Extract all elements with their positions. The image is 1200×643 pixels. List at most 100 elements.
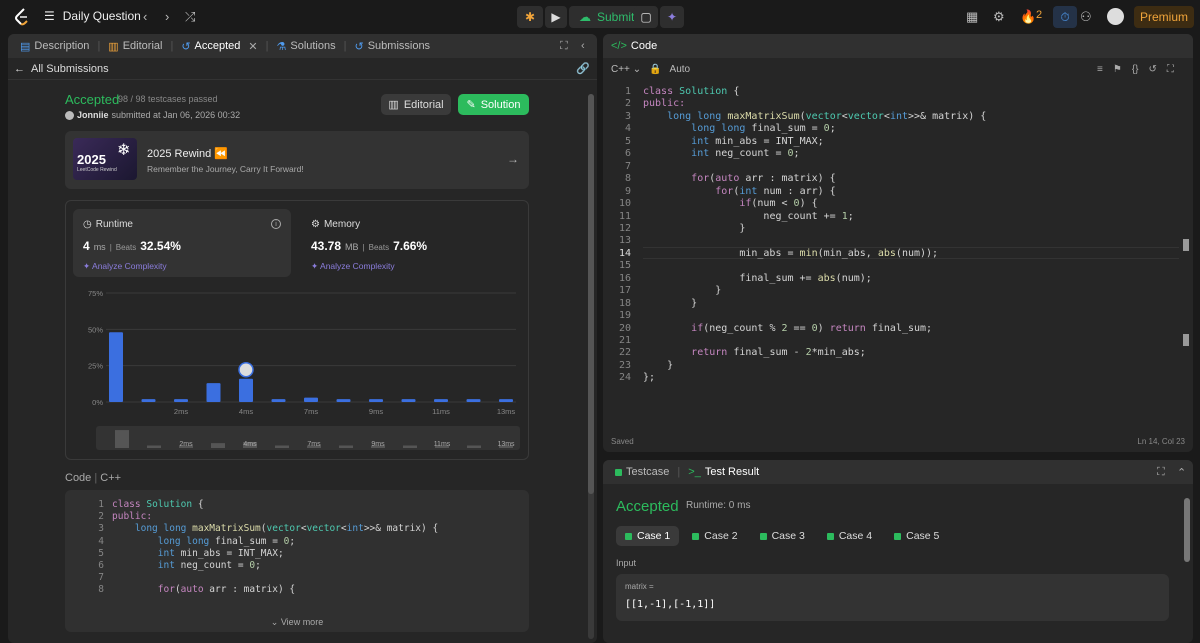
- tab-divider: |: [97, 40, 101, 52]
- view-more-button[interactable]: ⌄ View more: [65, 617, 529, 628]
- all-submissions-link[interactable]: All Submissions: [31, 63, 109, 75]
- tab-test-result[interactable]: >_ Test Result: [684, 466, 763, 478]
- runtime-bar[interactable]: [369, 399, 383, 402]
- runtime-value: 4 ms | Beats 32.54%: [83, 239, 181, 253]
- maximize-icon[interactable]: ⛶: [560, 40, 568, 53]
- language-select[interactable]: C++ ⌄: [611, 64, 641, 75]
- memory-box[interactable]: ⚙ Memory 43.78 MB | Beats 7.66% ✦ Analyze…: [301, 209, 519, 277]
- tab-solutions[interactable]: ⚗ Solutions: [272, 40, 339, 53]
- back-arrow-icon[interactable]: ←: [14, 63, 25, 75]
- runtime-bar[interactable]: [141, 399, 156, 402]
- mini-bar: [275, 445, 289, 448]
- post-solution-button[interactable]: ✎ Solution: [458, 94, 529, 115]
- shuffle-icon[interactable]: ⤮: [185, 9, 195, 25]
- case-tab-3[interactable]: Case 3: [751, 526, 814, 546]
- add-friend-icon[interactable]: ⚇: [1080, 9, 1092, 25]
- tab-accepted[interactable]: ↺ Accepted ✕: [177, 40, 261, 53]
- chart-range-selector[interactable]: 2ms 4ms 7ms 9ms 11ms 13ms: [96, 426, 520, 450]
- check-icon: [826, 532, 834, 540]
- user-avatar[interactable]: [1107, 8, 1124, 25]
- info-icon[interactable]: i: [271, 219, 281, 229]
- runtime-bar[interactable]: [499, 399, 513, 402]
- code-line: for(auto arr : matrix) {: [157, 584, 296, 596]
- close-icon[interactable]: ✕: [248, 40, 257, 53]
- share-link-icon[interactable]: 🔗: [576, 62, 590, 75]
- chevron-up-icon[interactable]: ⌃: [1177, 466, 1186, 479]
- bug-icon: ✱: [524, 10, 536, 24]
- runtime-box[interactable]: ◷ Runtime i 4 ms | Beats 32.54% ✦ Analyze…: [73, 209, 291, 277]
- mini-x-label: 9ms: [371, 441, 385, 448]
- runtime-bar[interactable]: [271, 399, 286, 402]
- next-icon[interactable]: ›: [165, 9, 169, 24]
- case-tab-1[interactable]: Case 1: [616, 526, 680, 546]
- line-number: 19: [618, 310, 631, 322]
- test-result-panel: Testcase | >_ Test Result ⛶ ⌃ Accepted Ru…: [603, 460, 1193, 643]
- author-name[interactable]: Jonniie: [77, 110, 109, 120]
- left-scrollbar-thumb[interactable]: [588, 94, 594, 494]
- line-number: 8: [98, 584, 104, 596]
- test-scrollbar-thumb[interactable]: [1184, 498, 1190, 562]
- notes-button[interactable]: ▢: [634, 6, 658, 28]
- line-number: 23: [618, 359, 631, 371]
- tab-editorial[interactable]: ▥ Editorial: [104, 40, 166, 53]
- runtime-bar[interactable]: [304, 397, 318, 402]
- problem-list-toggle[interactable]: ☰ Daily Question: [44, 9, 141, 23]
- timer-button[interactable]: ⏱: [1053, 6, 1077, 28]
- ai-button[interactable]: ✦: [660, 6, 684, 28]
- runtime-bar[interactable]: [109, 332, 123, 402]
- prev-icon[interactable]: ‹: [143, 9, 147, 24]
- debug-button[interactable]: ✱: [517, 6, 543, 28]
- maximize-icon[interactable]: ⛶: [1157, 466, 1165, 479]
- runtime-bar[interactable]: [174, 399, 188, 402]
- analyze-complexity-link[interactable]: ✦ Analyze Complexity: [83, 261, 167, 272]
- line-number: 2: [624, 98, 631, 110]
- premium-button[interactable]: Premium: [1134, 6, 1194, 28]
- case-tab-5[interactable]: Case 5: [885, 526, 948, 546]
- leetcode-logo[interactable]: [12, 7, 32, 27]
- tab-divider: |: [343, 40, 347, 52]
- runtime-bar[interactable]: [239, 378, 253, 402]
- tab-divider: |: [677, 466, 681, 478]
- rewind-subtitle: Remember the Journey, Carry It Forward!: [147, 164, 304, 174]
- format-icon[interactable]: ≡: [1097, 64, 1103, 75]
- case-tab-4[interactable]: Case 4: [818, 526, 881, 546]
- line-number: 11: [618, 210, 631, 222]
- collapse-icon[interactable]: ‹: [581, 40, 585, 52]
- settings-gear-icon[interactable]: ⚙: [993, 9, 1005, 25]
- tab-submissions[interactable]: ↺ Submissions: [350, 40, 434, 53]
- thumbnail-year: 2025: [77, 152, 106, 167]
- x-tick-label: 2ms: [174, 407, 188, 416]
- tab-description[interactable]: ▤ Description: [16, 40, 93, 53]
- layout-icon[interactable]: ▦: [966, 9, 978, 25]
- line-number: 3: [98, 523, 104, 535]
- tab-divider: |: [265, 40, 269, 52]
- analyze-complexity-link[interactable]: ✦ Analyze Complexity: [311, 261, 395, 272]
- streak-fire-icon[interactable]: 🔥: [1020, 9, 1036, 25]
- submission-status: Accepted: [65, 92, 120, 107]
- rewind-banner[interactable]: 2025 LeetCode Rewind ❄ 2025 Rewind ⏪ Rem…: [65, 131, 529, 189]
- braces-icon[interactable]: {}: [1132, 64, 1139, 75]
- run-button[interactable]: ▶: [545, 6, 567, 28]
- code-editor[interactable]: 1 class Solution {2 public: 3 long long max…: [603, 82, 1193, 422]
- performance-card: ◷ Runtime i 4 ms | Beats 32.54% ✦ Analyze…: [65, 200, 529, 460]
- sparkle-icon: ✦: [666, 10, 678, 24]
- code-line: class Solution {: [112, 499, 204, 510]
- memory-value: 43.78 MB | Beats 7.66%: [311, 239, 427, 253]
- runtime-bar[interactable]: [336, 399, 351, 402]
- runtime-bar[interactable]: [401, 399, 416, 402]
- runtime-distribution-chart[interactable]: 75% 50% 25% 0% 2ms 4ms 7ms 9ms 11ms 13ms: [66, 283, 530, 423]
- expand-icon[interactable]: ⛶: [1167, 64, 1174, 75]
- bookmark-icon[interactable]: ⚑: [1113, 64, 1122, 75]
- top-navbar: ☰ Daily Question ‹ › ⤮ ✱ ▶ ☁ Submit ▢ ✦ …: [0, 0, 1200, 34]
- submission-panel: ▤ Description | ▥ Editorial | ↺ Accepted ✕ |…: [8, 34, 597, 643]
- runtime-bar[interactable]: [206, 383, 221, 402]
- tab-divider: |: [170, 40, 174, 52]
- line-number: 8: [624, 173, 631, 185]
- tab-testcase[interactable]: Testcase: [611, 466, 673, 478]
- code-line: }: [643, 297, 698, 309]
- runtime-bar[interactable]: [466, 399, 481, 402]
- reset-icon[interactable]: ↺: [1149, 64, 1157, 75]
- case-tab-2[interactable]: Case 2: [683, 526, 746, 546]
- runtime-bar[interactable]: [434, 399, 448, 402]
- editorial-button[interactable]: ▥ Editorial: [381, 94, 451, 115]
